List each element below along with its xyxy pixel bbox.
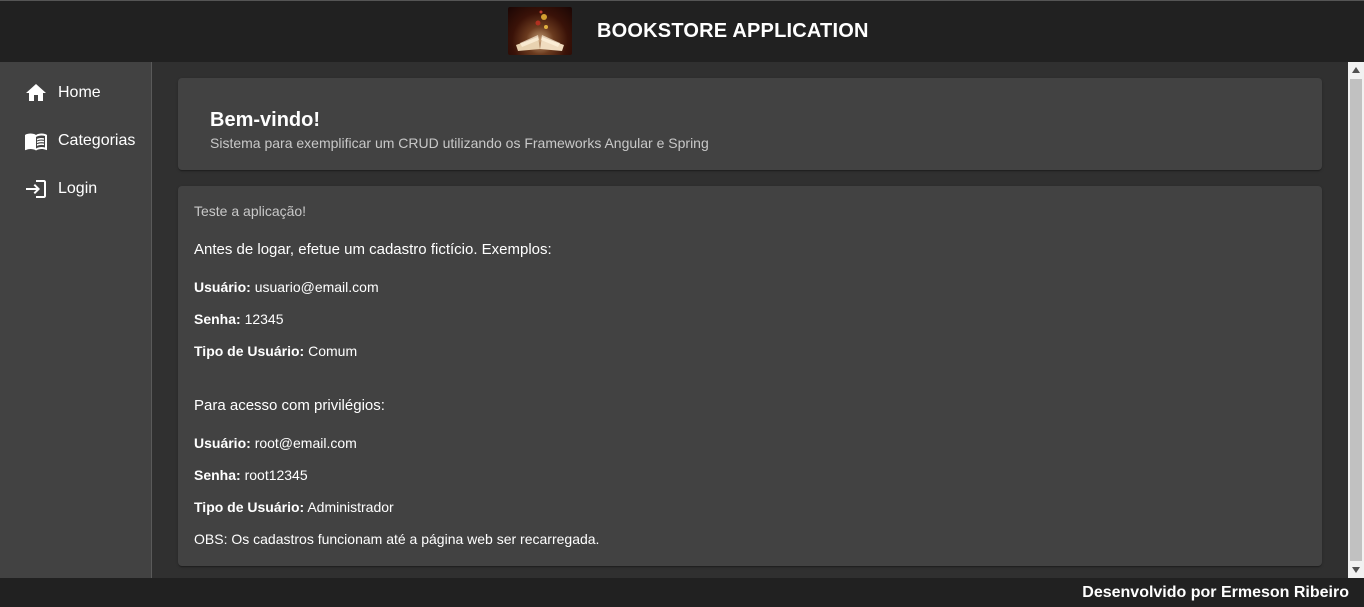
sidebar-item-login[interactable]: Login [0, 165, 151, 213]
common-password-value: 12345 [244, 311, 284, 327]
field-label: Senha: [194, 467, 241, 483]
vertical-scrollbar[interactable] [1348, 62, 1364, 578]
common-type-value: Comum [308, 343, 358, 359]
welcome-title: Bem-vindo! [210, 109, 320, 131]
admin-type-value: Administrador [307, 499, 394, 515]
common-user-value: usuario@email.com [254, 279, 379, 295]
top-toolbar: BOOKSTORE APPLICATION [0, 0, 1364, 62]
app-title: BOOKSTORE APPLICATION [597, 19, 869, 42]
field-label: Usuário: [194, 279, 251, 295]
sidebar-item-label: Login [58, 180, 98, 197]
privileged-intro: Para acesso com privilégios: [194, 397, 385, 414]
info-note: OBS: Os cadastros funcionam até a página… [194, 531, 600, 547]
book-icon [24, 129, 48, 153]
info-heading: Teste a aplicação! [194, 203, 307, 219]
scrollbar-thumb[interactable] [1350, 79, 1362, 561]
footer: Desenvolvido por Ermeson Ribeiro [0, 578, 1364, 607]
main-content: Bem-vindo! Sistema para exemplificar um … [152, 62, 1348, 578]
brand: BOOKSTORE APPLICATION [508, 7, 869, 55]
admin-password-row: Senha: root12345 [194, 467, 308, 483]
scroll-down-arrow-icon[interactable] [1348, 562, 1364, 578]
login-icon [24, 177, 48, 201]
field-label: Senha: [194, 311, 241, 327]
field-label: Tipo de Usuário: [194, 343, 305, 359]
sidebar-item-home[interactable]: Home [0, 69, 151, 117]
welcome-subtitle: Sistema para exemplificar um CRUD utiliz… [210, 135, 709, 151]
home-icon [24, 81, 48, 105]
open-book-logo [508, 7, 572, 55]
sidebar-item-label: Home [58, 84, 101, 101]
sidebar-item-label: Categorias [58, 132, 136, 149]
footer-credit: Desenvolvido por Ermeson Ribeiro [1082, 584, 1349, 601]
common-user-row: Usuário: usuario@email.com [194, 279, 379, 295]
info-card: Teste a aplicação! Antes de logar, efetu… [178, 186, 1322, 566]
sidebar: Home Categorias Login [0, 62, 152, 578]
welcome-card: Bem-vindo! Sistema para exemplificar um … [178, 78, 1322, 170]
admin-user-row: Usuário: root@email.com [194, 435, 357, 451]
field-label: Tipo de Usuário: [194, 499, 305, 515]
common-type-row: Tipo de Usuário: Comum [194, 343, 357, 359]
common-password-row: Senha: 12345 [194, 311, 284, 327]
sidebar-item-categorias[interactable]: Categorias [0, 117, 151, 165]
admin-password-value: root12345 [244, 467, 308, 483]
admin-user-value: root@email.com [254, 435, 357, 451]
admin-type-row: Tipo de Usuário: Administrador [194, 499, 394, 515]
info-intro: Antes de logar, efetue um cadastro fictí… [194, 241, 552, 258]
field-label: Usuário: [194, 435, 251, 451]
scroll-up-arrow-icon[interactable] [1348, 62, 1364, 78]
